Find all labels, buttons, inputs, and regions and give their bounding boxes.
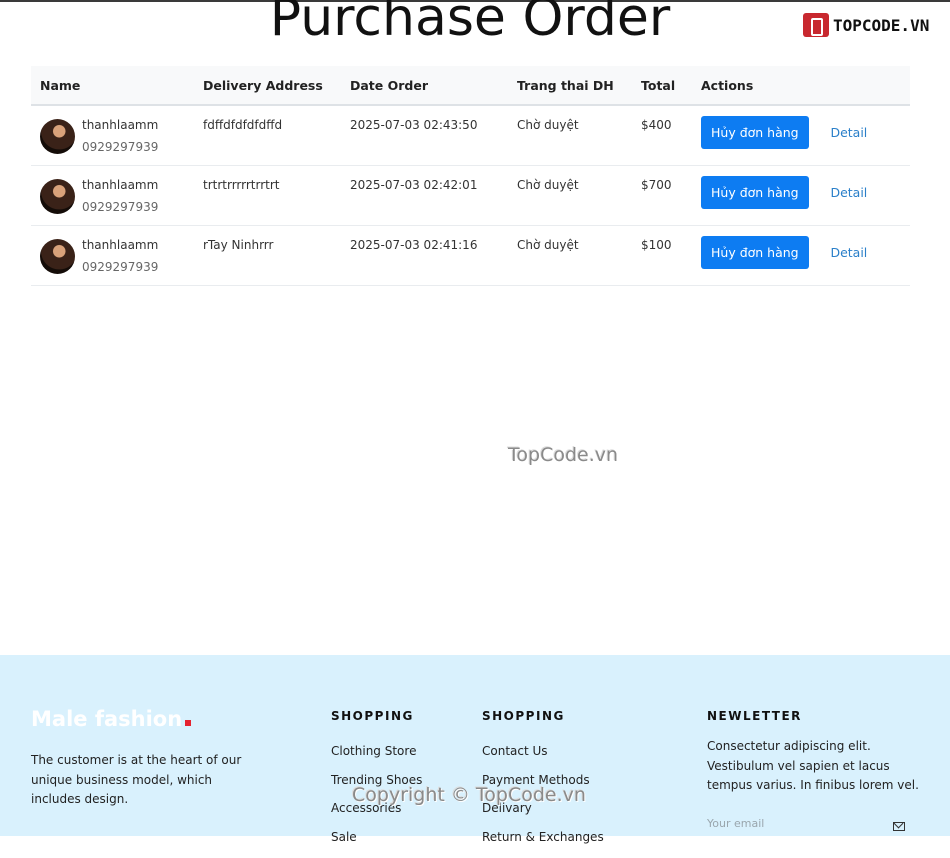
header-date: Date Order (341, 66, 508, 105)
customer-phone: 0929297939 (82, 200, 158, 214)
customer-phone: 0929297939 (82, 140, 158, 154)
watermark-footer: Copyright © TopCode.vn (352, 784, 586, 806)
name-cell: thanhlaamm 0929297939 (31, 165, 194, 225)
status-cell: Chờ duyệt (508, 225, 632, 285)
actions-cell: Hủy đơn hàng Detail (692, 165, 910, 225)
footer-logo-text: Male fashion (31, 707, 182, 731)
brand-text: TOPCODE.VN (833, 16, 929, 35)
table-row: thanhlaamm 0929297939 rTay Ninhrrr 2025-… (31, 225, 910, 285)
customer-name: thanhlaamm (82, 178, 158, 192)
footer-col1-title: SHOPPING (331, 709, 414, 723)
header-name: Name (31, 66, 194, 105)
footer-logo[interactable]: Male fashion (31, 707, 191, 731)
cancel-order-button[interactable]: Hủy đơn hàng (701, 116, 809, 149)
status-cell: Chờ duyệt (508, 165, 632, 225)
orders-table: Name Delivery Address Date Order Trang t… (31, 66, 910, 286)
footer-link-clothing-store[interactable]: Clothing Store (331, 744, 422, 773)
newsletter-email-input[interactable] (707, 817, 887, 830)
footer-newsletter-title: NEWLETTER (707, 709, 802, 723)
address-cell: rTay Ninhrrr (194, 225, 341, 285)
header-status: Trang thai DH (508, 66, 632, 105)
header-total: Total (632, 66, 692, 105)
table-header-row: Name Delivery Address Date Order Trang t… (31, 66, 910, 105)
page-title: Purchase Order (0, 0, 940, 50)
cancel-order-button[interactable]: Hủy đơn hàng (701, 236, 809, 269)
total-cell: $100 (632, 225, 692, 285)
detail-link[interactable]: Detail (830, 185, 867, 200)
footer-link-sale[interactable]: Sale (331, 830, 422, 858)
customer-phone: 0929297939 (82, 260, 158, 274)
footer-newsletter-text: Consectetur adipiscing elit. Vestibulum … (707, 737, 922, 796)
table-row: thanhlaamm 0929297939 trtrtrrrrrtrrtrt 2… (31, 165, 910, 225)
avatar (40, 119, 75, 154)
footer-col2-title: SHOPPING (482, 709, 565, 723)
avatar (40, 179, 75, 214)
footer-about-text: The customer is at the heart of our uniq… (31, 751, 246, 810)
date-cell: 2025-07-03 02:41:16 (341, 225, 508, 285)
cancel-order-button[interactable]: Hủy đơn hàng (701, 176, 809, 209)
header-actions: Actions (692, 66, 910, 105)
status-cell: Chờ duyệt (508, 105, 632, 165)
table-row: thanhlaamm 0929297939 fdffdfdfdfdffd 202… (31, 105, 910, 165)
header-address: Delivery Address (194, 66, 341, 105)
date-cell: 2025-07-03 02:42:01 (341, 165, 508, 225)
detail-link[interactable]: Detail (830, 125, 867, 140)
mail-icon[interactable] (893, 822, 905, 831)
name-cell: thanhlaamm 0929297939 (31, 105, 194, 165)
address-cell: trtrtrrrrrtrrtrt (194, 165, 341, 225)
detail-link[interactable]: Detail (830, 245, 867, 260)
customer-name: thanhlaamm (82, 118, 158, 132)
topcode-logo-icon (803, 13, 829, 37)
date-cell: 2025-07-03 02:43:50 (341, 105, 508, 165)
footer-link-contact-us[interactable]: Contact Us (482, 744, 604, 773)
address-cell: fdffdfdfdfdffd (194, 105, 341, 165)
site-footer: Male fashion The customer is at the hear… (0, 655, 950, 836)
actions-cell: Hủy đơn hàng Detail (692, 225, 910, 285)
actions-cell: Hủy đơn hàng Detail (692, 105, 910, 165)
total-cell: $700 (632, 165, 692, 225)
logo-dot (185, 720, 191, 726)
watermark-center: TopCode.vn (508, 444, 618, 466)
brand-logo: TOPCODE.VN (803, 13, 929, 37)
total-cell: $400 (632, 105, 692, 165)
customer-name: thanhlaamm (82, 238, 158, 252)
footer-link-return-exchanges[interactable]: Return & Exchanges (482, 830, 604, 858)
name-cell: thanhlaamm 0929297939 (31, 225, 194, 285)
avatar (40, 239, 75, 274)
